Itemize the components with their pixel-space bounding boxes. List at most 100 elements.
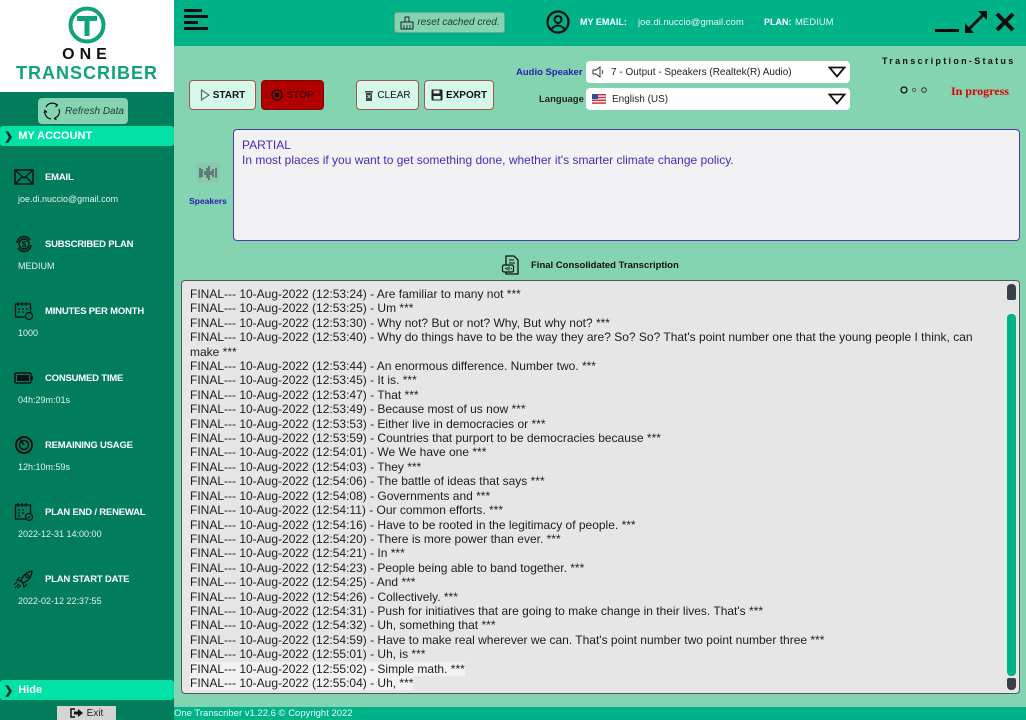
transcription-line: FINAL--- 10-Aug-2022 (12:53:49) - Becaus…: [190, 402, 998, 416]
transcription-line-text: FINAL--- 10-Aug-2022 (12:53:47) - That *…: [190, 387, 419, 402]
us-flag-icon: [592, 94, 606, 104]
hide-toggle[interactable]: ❯ Hide: [0, 680, 174, 700]
scroll-down-cap[interactable]: [1007, 678, 1016, 690]
transcription-line-text: FINAL--- 10-Aug-2022 (12:54:32) - Uh, so…: [190, 618, 496, 633]
transcription-line: FINAL--- 10-Aug-2022 (12:53:25) - Um ***: [190, 301, 998, 315]
my-account-toggle[interactable]: ❯ MY ACCOUNT: [0, 126, 174, 146]
account-item-plan-start-date: PLAN START DATE 2022-02-12 22:37:55: [0, 568, 174, 606]
transcription-line: FINAL--- 10-Aug-2022 (12:54:59) - Have t…: [190, 633, 998, 647]
start-button[interactable]: START: [189, 80, 256, 110]
transcription-line-text: FINAL--- 10-Aug-2022 (12:54:25) - And **…: [190, 575, 416, 590]
account-item-value: 1000: [18, 328, 39, 338]
broom-icon: [400, 16, 414, 29]
transcription-line-text: FINAL--- 10-Aug-2022 (12:53:53) - Either…: [190, 416, 546, 431]
transcription-line: FINAL--- 10-Aug-2022 (12:54:11) - Our co…: [190, 503, 998, 517]
transcription-line-text: FINAL--- 10-Aug-2022 (12:54:20) - There …: [190, 531, 561, 546]
transcription-line: FINAL--- 10-Aug-2022 (12:53:40) - Why do…: [190, 330, 998, 359]
transcription-line: FINAL--- 10-Aug-2022 (12:53:45) - It is.…: [190, 373, 998, 387]
account-item-value: MEDIUM: [18, 261, 55, 271]
dollar-cycle-icon: $: [13, 234, 35, 254]
exit-label: Exit: [86, 707, 104, 719]
transcription-line: FINAL--- 10-Aug-2022 (12:54:31) - Push f…: [190, 604, 998, 618]
logo-t-icon: [68, 6, 106, 44]
refresh-icon: [43, 102, 61, 121]
envelope-icon: [13, 167, 35, 187]
calendar-check-icon: [13, 502, 35, 522]
menu-icon[interactable]: [184, 9, 208, 31]
transcription-status-value: In progress: [951, 84, 1009, 98]
maximize-icon[interactable]: [963, 10, 989, 34]
transcription-line-text: FINAL--- 10-Aug-2022 (12:53:45) - It is.…: [190, 373, 417, 388]
transcription-line-text: FINAL--- 10-Aug-2022 (12:53:59) - Countr…: [190, 431, 661, 446]
export-label: EXPORT: [445, 89, 488, 101]
audio-speaker-label: Audio Speaker: [516, 67, 583, 78]
account-item-subscribed-plan: $ SUBSCRIBED PLAN MEDIUM: [0, 233, 174, 271]
scrollbar-thumb[interactable]: [1007, 314, 1016, 676]
transcription-line-text: FINAL--- 10-Aug-2022 (12:54:23) - People…: [190, 560, 585, 575]
save-icon: [431, 89, 443, 101]
close-icon[interactable]: [994, 10, 1016, 34]
account-item-title: SUBSCRIBED PLAN: [45, 238, 134, 250]
transcription-line: FINAL--- 10-Aug-2022 (12:53:59) - Countr…: [190, 431, 998, 445]
account-item-minutes-per-month: MINUTES PER MONTH 1000: [0, 300, 174, 338]
audio-speaker-select[interactable]: 7 - Output - Speakers (Realtek(R) Audio): [586, 61, 850, 83]
transcription-line-text: FINAL--- 10-Aug-2022 (12:54:03) - They *…: [190, 459, 422, 474]
account-item-title: MINUTES PER MONTH: [45, 305, 144, 317]
final-transcription-box[interactable]: FINAL--- 10-Aug-2022 (12:53:24) - Are fa…: [181, 280, 1020, 694]
logo: ONE TRANSCRIBER: [0, 0, 174, 92]
progress-dots-icon: [900, 86, 930, 94]
account-item-value: 04h:29m:01s: [18, 395, 71, 405]
transcription-line-text: FINAL--- 10-Aug-2022 (12:53:44) - An eno…: [190, 359, 596, 374]
transcription-line-text: FINAL--- 10-Aug-2022 (12:54:01) - We We …: [190, 445, 487, 460]
partial-transcription-box[interactable]: PARTIAL In most places if you want to ge…: [233, 129, 1020, 241]
hide-label: Hide: [18, 684, 43, 696]
transcription-line: FINAL--- 10-Aug-2022 (12:54:01) - We We …: [190, 445, 998, 459]
user-avatar-icon: [546, 10, 570, 34]
transcription-line: FINAL--- 10-Aug-2022 (12:54:32) - Uh, so…: [190, 618, 998, 632]
transcription-line-text: FINAL--- 10-Aug-2022 (12:55:04) - Uh, **…: [190, 675, 414, 690]
document-audio-icon: [501, 255, 519, 275]
scroll-up-cap[interactable]: [1007, 284, 1016, 300]
transcription-line: FINAL--- 10-Aug-2022 (12:54:23) - People…: [190, 561, 998, 575]
speakers-button[interactable]: Speakers: [187, 163, 229, 206]
minimize-icon[interactable]: [934, 10, 960, 34]
transcription-line: FINAL--- 10-Aug-2022 (12:55:02) - Simple…: [190, 661, 998, 676]
transcription-line-text: FINAL--- 10-Aug-2022 (12:54:59) - Have t…: [190, 632, 825, 647]
stop-button[interactable]: STOP: [261, 80, 324, 110]
transcription-line: FINAL--- 10-Aug-2022 (12:55:01) - Uh, is…: [190, 647, 998, 661]
refresh-data-button[interactable]: Refresh Data: [38, 98, 128, 124]
transcription-line-text: FINAL--- 10-Aug-2022 (12:54:08) - Govern…: [190, 488, 491, 503]
account-item-email: EMAIL joe.di.nuccio@gmail.com: [0, 166, 174, 204]
scrollbar[interactable]: [1007, 284, 1016, 690]
account-item-value: joe.di.nuccio@gmail.com: [18, 194, 119, 204]
transcription-line: FINAL--- 10-Aug-2022 (12:54:03) - They *…: [190, 460, 998, 474]
account-item-plan-end-renewal: PLAN END / RENEWAL 2022-12-31 14:00:00: [0, 501, 174, 539]
refresh-data-label: Refresh Data: [65, 105, 124, 117]
footer-copyright: One Transcriber v1.22.6 © Copyright 2022: [174, 707, 1026, 720]
exit-icon: [69, 708, 83, 718]
exit-button[interactable]: Exit: [57, 706, 116, 720]
transcription-line: FINAL--- 10-Aug-2022 (12:54:26) - Collec…: [190, 590, 998, 604]
logo-text-one: ONE: [62, 46, 112, 63]
clear-button[interactable]: CLEAR: [356, 80, 419, 110]
transcription-line-text: FINAL--- 10-Aug-2022 (12:54:31) - Push f…: [190, 603, 764, 618]
transcription-line-text: FINAL--- 10-Aug-2022 (12:54:06) - The ba…: [190, 474, 545, 489]
transcription-line: FINAL--- 10-Aug-2022 (12:53:53) - Either…: [190, 417, 998, 431]
email-label: MY EMAIL:: [580, 17, 627, 27]
battery-icon: [13, 368, 35, 388]
account-item-title: PLAN END / RENEWAL: [45, 506, 146, 518]
speaker-icon: [592, 66, 604, 78]
account-item-value: 12h:10m:59s: [18, 462, 71, 472]
account-item-title: REMAINING USAGE: [45, 439, 133, 451]
language-select[interactable]: English (US): [586, 88, 850, 110]
trash-icon: [365, 90, 374, 101]
reset-cached-credentials-button[interactable]: reset cached cred.: [394, 12, 505, 33]
email-value: joe.di.nuccio@gmail.com: [638, 17, 744, 28]
stop-icon: [271, 89, 284, 101]
transcription-line: FINAL--- 10-Aug-2022 (12:54:25) - And **…: [190, 575, 998, 589]
transcription-line-text: FINAL--- 10-Aug-2022 (12:55:02) - Simple…: [190, 661, 465, 676]
account-item-title: EMAIL: [45, 171, 74, 183]
export-button[interactable]: EXPORT: [424, 80, 494, 110]
dropdown-arrow-icon: [828, 66, 846, 78]
speakers-label: Speakers: [189, 196, 227, 206]
